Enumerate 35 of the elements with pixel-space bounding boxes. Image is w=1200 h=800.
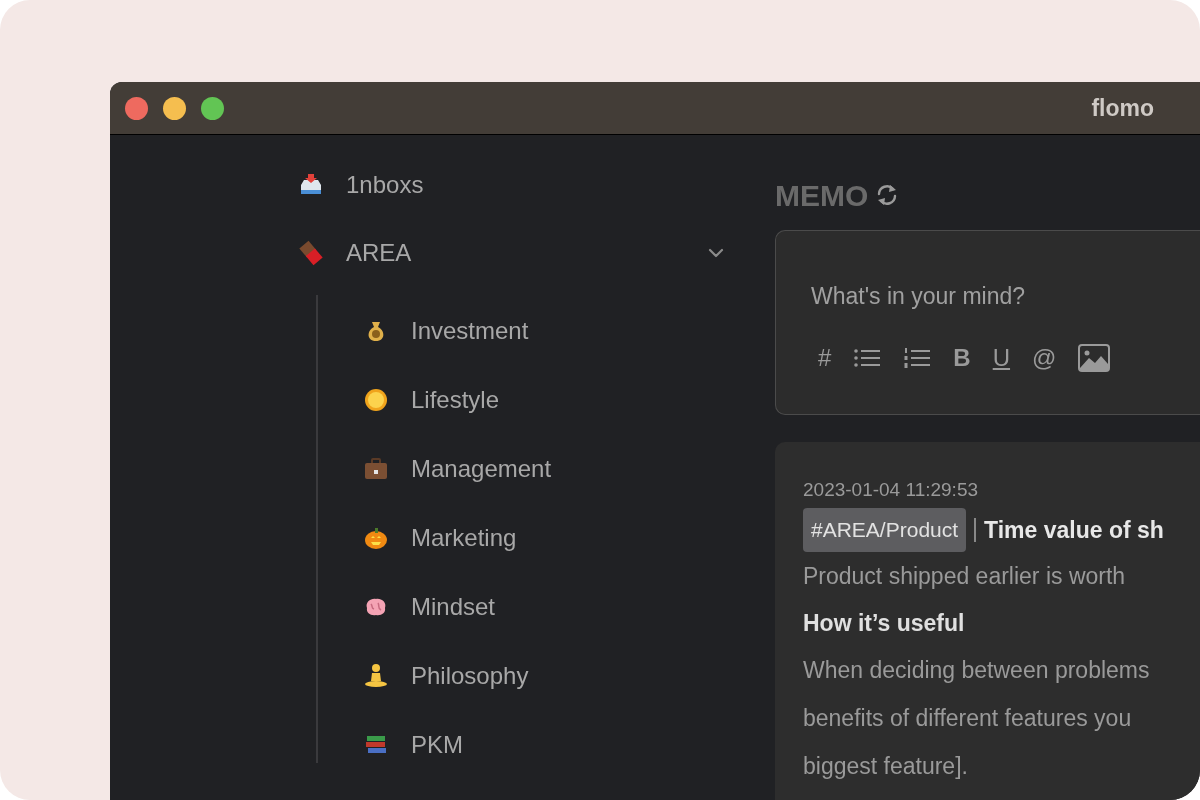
sidebar-item[interactable]: 1nboxs xyxy=(298,167,725,203)
briefcase-icon xyxy=(363,456,389,482)
memo-timestamp: 2023-01-04 11:29:53 xyxy=(803,478,980,502)
sidebar-item[interactable]: Mindset xyxy=(363,589,725,625)
sidebar-item[interactable]: AREA xyxy=(298,235,725,271)
bold-button[interactable]: B xyxy=(953,345,971,370)
bullet-list-icon[interactable] xyxy=(853,346,882,369)
memo-text: When deciding between problems xyxy=(803,656,1151,685)
sidebar-item[interactable]: Management xyxy=(363,451,725,487)
tag-chip[interactable]: #AREA/Product xyxy=(803,508,967,552)
pumpkin-icon xyxy=(363,525,389,551)
sun-icon xyxy=(363,387,389,413)
memo-subheading: How it’s useful xyxy=(803,609,966,638)
mention-button[interactable]: @ xyxy=(1032,345,1057,370)
close-button[interactable] xyxy=(125,96,148,120)
sidebar-item[interactable]: Philosophy xyxy=(363,658,725,694)
minimize-button[interactable] xyxy=(163,96,186,120)
memo-text: biggest feature]. xyxy=(803,752,969,781)
underline-button[interactable]: U xyxy=(992,345,1011,370)
sidebar-item[interactable]: Investment xyxy=(363,313,725,349)
window-title: flomo xyxy=(1091,93,1154,123)
maximize-button[interactable] xyxy=(201,96,224,120)
memo-text: benefits of different features you xyxy=(803,704,1133,733)
memo-input[interactable]: What's in your mind? xyxy=(811,279,1191,314)
image-icon[interactable] xyxy=(1078,343,1111,372)
person-icon xyxy=(363,663,389,689)
numbered-list-icon[interactable] xyxy=(903,346,932,369)
tag-button[interactable]: # xyxy=(818,345,832,370)
sidebar-item[interactable]: PKM xyxy=(363,727,725,763)
sidebar-item[interactable]: Lifestyle xyxy=(363,382,725,418)
memo-text: Product shipped earlier is worth xyxy=(803,562,1127,591)
sidebar-item[interactable]: Marketing xyxy=(363,520,725,556)
chocolate-icon xyxy=(298,240,324,266)
memo-heading: MEMO xyxy=(775,177,869,214)
memo-title: Time value of sh xyxy=(984,515,1164,545)
